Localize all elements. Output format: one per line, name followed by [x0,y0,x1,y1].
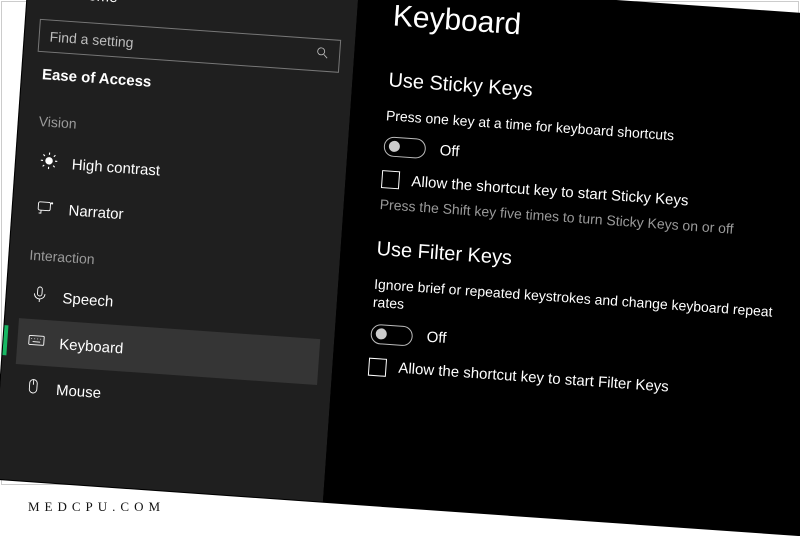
settings-app-window: Home Find a setting Ease of Access Visio… [0,0,800,536]
mouse-icon [23,377,42,400]
filter-keys-toggle[interactable] [370,323,413,346]
main-content: Keyboard Use Sticky Keys Press one key a… [323,0,800,536]
checkbox-icon [368,357,387,376]
sidebar-item-label: Narrator [68,202,124,223]
home-icon [47,0,66,5]
sidebar-item-label: Speech [62,290,114,311]
home-label: Home [77,0,118,6]
search-placeholder: Find a setting [49,28,134,50]
toggle-knob [375,328,387,340]
page-title: Keyboard [392,0,800,63]
filter-keys-toggle-state: Off [426,329,447,347]
search-icon [314,45,329,65]
watermark-text: MEDCPU.COM [28,499,165,515]
toggle-knob [389,141,401,153]
sidebar-item-label: Keyboard [59,335,124,356]
keyboard-icon [27,331,46,354]
microphone-icon [30,285,49,308]
sticky-keys-toggle[interactable] [383,136,426,159]
sticky-keys-toggle-state: Off [439,142,460,160]
narrator-icon [36,197,55,220]
page-frame: Home Find a setting Ease of Access Visio… [0,0,800,533]
app-window-wrap: Home Find a setting Ease of Access Visio… [0,0,800,536]
sidebar-item-label: Mouse [55,381,101,401]
sidebar-item-label: High contrast [71,156,160,179]
high-contrast-icon [39,151,58,174]
sidebar: Home Find a setting Ease of Access Visio… [0,0,359,502]
checkbox-icon [381,170,400,189]
filter-keys-shortcut-label: Allow the shortcut key to start Filter K… [398,360,669,396]
